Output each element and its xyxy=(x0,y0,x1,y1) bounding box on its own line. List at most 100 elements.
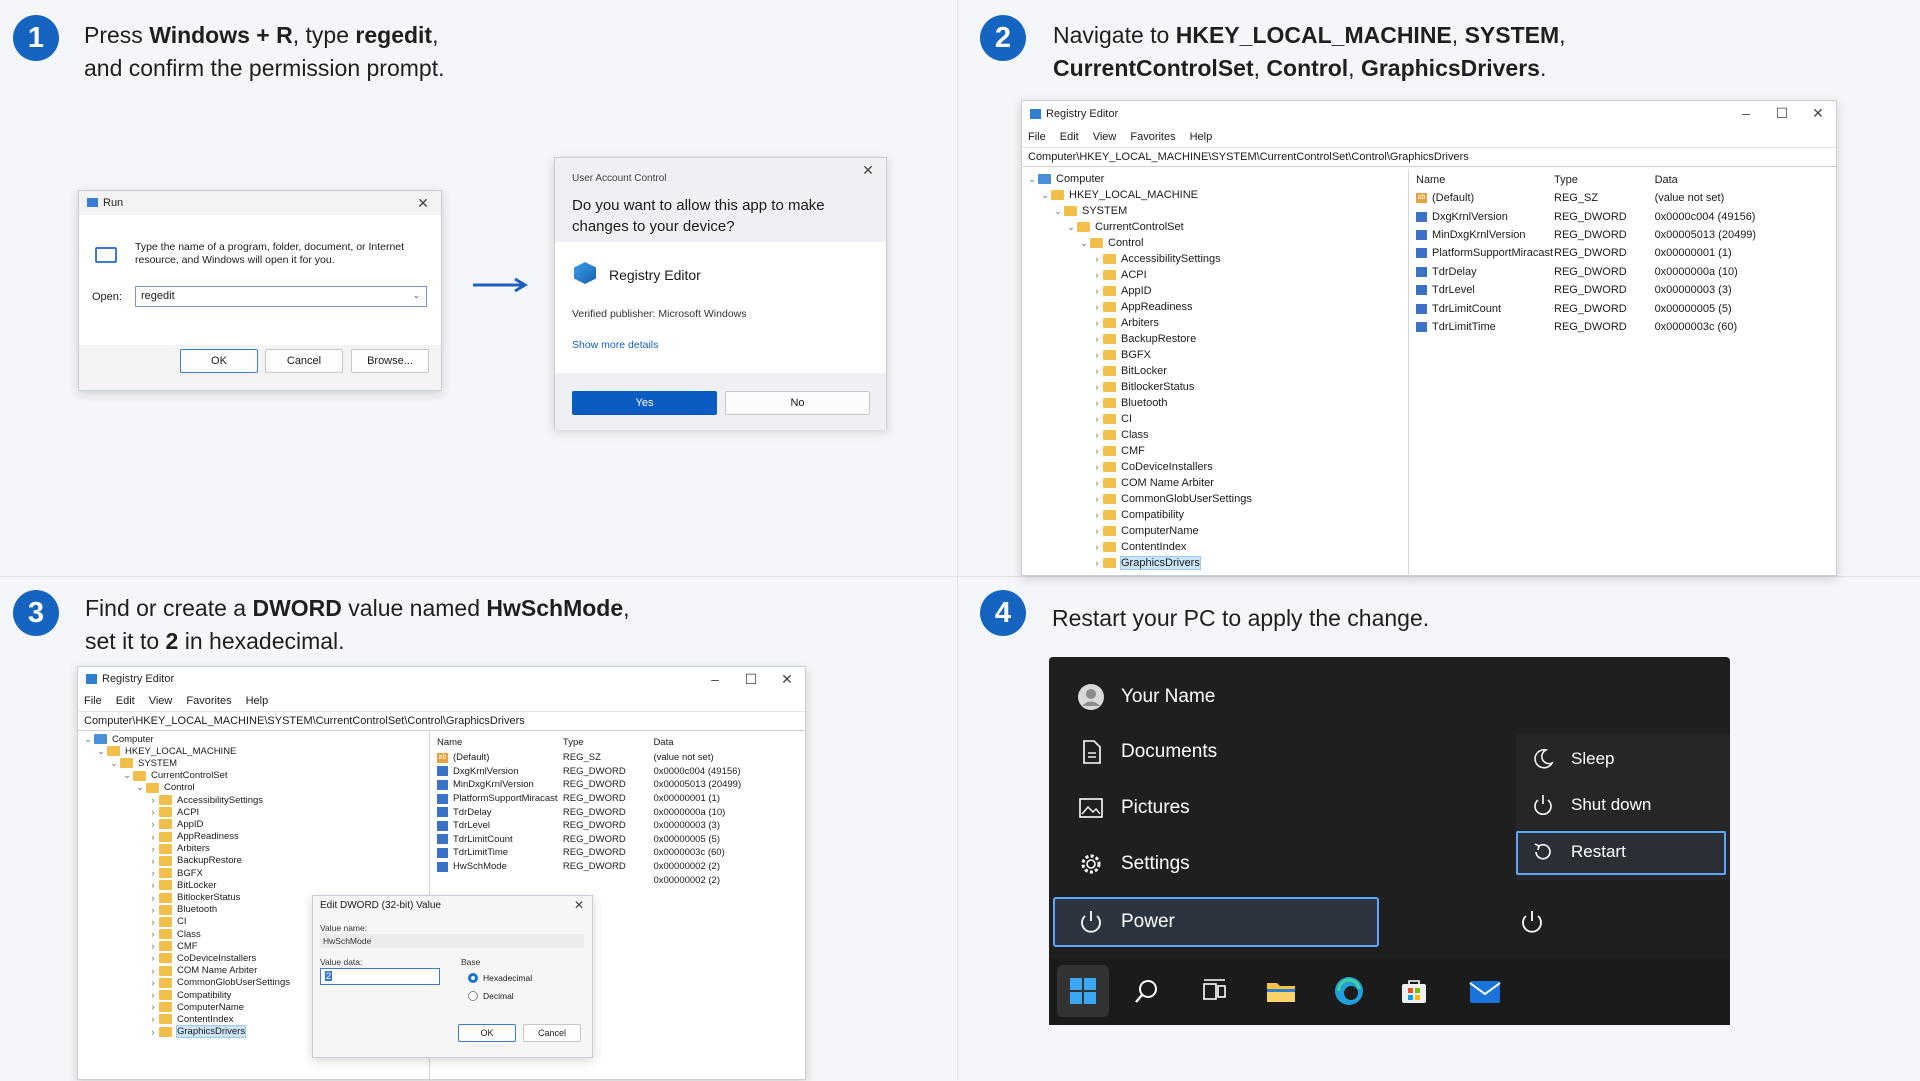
chevron-right-icon[interactable]: › xyxy=(1091,558,1103,568)
value-row[interactable]: MinDxgKrnlVersion REG_DWORD 0x00005013 (20… xyxy=(1416,226,1832,244)
value-row[interactable]: PlatformSupportMiracast REG_DWORD 0x000000… xyxy=(437,792,801,806)
tree-node[interactable]: › GraphicsDrivers xyxy=(1026,555,1404,571)
tree-node[interactable]: ⌄ CurrentControlSet xyxy=(1026,219,1404,235)
tree-node[interactable]: › Arbiters xyxy=(1026,315,1404,331)
tree-node[interactable]: ⌄ CurrentControlSet xyxy=(82,770,425,782)
chevron-right-icon[interactable]: › xyxy=(1091,510,1103,520)
chevron-right-icon[interactable]: › xyxy=(147,844,159,854)
chevron-right-icon[interactable]: › xyxy=(1091,446,1103,456)
value-row[interactable]: MinDxgKrnlVersion REG_DWORD 0x00005013 (20… xyxy=(437,778,801,792)
search-button[interactable] xyxy=(1121,965,1173,1017)
value-row[interactable]: TdrLimitCount REG_DWORD 0x00000005 (5) xyxy=(1416,299,1832,317)
tree-node[interactable]: › BitLocker xyxy=(82,879,425,891)
value-row[interactable]: TdrLimitCount REG_DWORD 0x00000005 (5) xyxy=(437,833,801,847)
chevron-down-icon[interactable]: ⌄ xyxy=(108,758,120,769)
restart-item[interactable]: Restart xyxy=(1531,840,1626,864)
ok-button[interactable]: OK xyxy=(458,1024,516,1042)
tree-node[interactable]: › CI xyxy=(1026,411,1404,427)
pictures-item[interactable]: Pictures xyxy=(1077,795,1190,821)
chevron-right-icon[interactable]: › xyxy=(1091,462,1103,472)
chevron-right-icon[interactable]: › xyxy=(147,807,159,817)
menu-favorites[interactable]: Favorites xyxy=(1130,131,1175,143)
maximize-icon[interactable]: ☐ xyxy=(733,667,769,691)
close-icon[interactable]: ✕ xyxy=(1800,101,1836,125)
menu-view[interactable]: View xyxy=(149,695,173,707)
chevron-right-icon[interactable]: › xyxy=(1091,478,1103,488)
tree-node[interactable]: › CMF xyxy=(1026,443,1404,459)
chevron-right-icon[interactable]: › xyxy=(147,832,159,842)
value-row[interactable]: DxgKrnlVersion REG_DWORD 0x0000c004 (49156… xyxy=(1416,207,1832,225)
decimal-radio[interactable]: Decimal xyxy=(468,991,514,1001)
sleep-item[interactable]: Sleep xyxy=(1531,747,1614,771)
tree-node[interactable]: › ContentIndex xyxy=(1026,539,1404,555)
tree-node[interactable]: ⌄ HKEY_LOCAL_MACHINE xyxy=(1026,187,1404,203)
tree-node[interactable]: › BitlockerStatus xyxy=(1026,379,1404,395)
chevron-right-icon[interactable]: › xyxy=(147,893,159,903)
chevron-right-icon[interactable]: › xyxy=(147,1002,159,1012)
tree-node[interactable]: › COM Name Arbiter xyxy=(1026,475,1404,491)
column-header[interactable]: Data xyxy=(1655,174,1832,186)
menu-view[interactable]: View xyxy=(1093,131,1117,143)
chevron-right-icon[interactable]: › xyxy=(147,990,159,1000)
tree-node[interactable]: › CommonGlobUserSettings xyxy=(1026,491,1404,507)
address-bar[interactable]: Computer\HKEY_LOCAL_MACHINE\SYSTEM\Curre… xyxy=(78,711,805,731)
power-button-icon[interactable] xyxy=(1518,908,1546,936)
column-header[interactable]: Name xyxy=(437,737,563,748)
chevron-right-icon[interactable]: › xyxy=(147,880,159,890)
chevron-down-icon[interactable]: ⌄ xyxy=(1065,222,1077,233)
minimize-icon[interactable]: – xyxy=(1728,101,1764,125)
menu-help[interactable]: Help xyxy=(246,695,269,707)
tree-node[interactable]: ⌄ Computer xyxy=(1026,171,1404,187)
chevron-right-icon[interactable]: › xyxy=(1091,526,1103,536)
chevron-right-icon[interactable]: › xyxy=(147,1014,159,1024)
chevron-right-icon[interactable]: › xyxy=(147,929,159,939)
menu-help[interactable]: Help xyxy=(1190,131,1213,143)
chevron-right-icon[interactable]: › xyxy=(1091,286,1103,296)
column-header[interactable]: Name xyxy=(1416,174,1554,186)
user-account-item[interactable]: Your Name xyxy=(1077,683,1215,711)
mail-button[interactable] xyxy=(1459,965,1511,1017)
tree-node[interactable]: › BGFX xyxy=(82,867,425,879)
tree-node[interactable]: › Compatibility xyxy=(1026,507,1404,523)
store-button[interactable] xyxy=(1388,965,1440,1017)
chevron-right-icon[interactable]: › xyxy=(147,856,159,866)
menu-edit[interactable]: Edit xyxy=(1060,131,1079,143)
chevron-right-icon[interactable]: › xyxy=(1091,414,1103,424)
chevron-right-icon[interactable]: › xyxy=(1091,542,1103,552)
value-row[interactable]: ab (Default) REG_SZ (value not set) xyxy=(437,751,801,765)
tree-node[interactable]: › BitLocker xyxy=(1026,363,1404,379)
yes-button[interactable]: Yes xyxy=(572,391,717,415)
tree-node[interactable]: ⌄ Control xyxy=(82,782,425,794)
value-row[interactable]: TdrLimitTime REG_DWORD 0x0000003c (60) xyxy=(437,846,801,860)
chevron-down-icon[interactable]: ⌄ xyxy=(1026,174,1038,185)
value-data-input[interactable]: 2 xyxy=(320,968,440,985)
column-header[interactable]: Type xyxy=(563,737,654,748)
chevron-right-icon[interactable]: › xyxy=(1091,334,1103,344)
chevron-right-icon[interactable]: › xyxy=(1091,254,1103,264)
cancel-button[interactable]: Cancel xyxy=(523,1024,581,1042)
value-row[interactable]: ab (Default) REG_SZ (value not set) xyxy=(1416,189,1832,207)
chevron-right-icon[interactable]: › xyxy=(147,978,159,988)
chevron-right-icon[interactable]: › xyxy=(147,795,159,805)
chevron-right-icon[interactable]: › xyxy=(147,1027,159,1037)
minimize-icon[interactable]: – xyxy=(697,667,733,691)
close-icon[interactable]: ✕ xyxy=(574,898,584,912)
tree-node[interactable]: › ACPI xyxy=(1026,267,1404,283)
value-row[interactable]: TdrLimitTime REG_DWORD 0x0000003c (60) xyxy=(1416,318,1832,336)
open-input[interactable]: regedit ⌄ xyxy=(135,286,427,307)
chevron-right-icon[interactable]: › xyxy=(147,819,159,829)
show-more-details-link[interactable]: Show more details xyxy=(572,339,658,351)
tree-node[interactable]: › AppID xyxy=(82,818,425,830)
chevron-right-icon[interactable]: › xyxy=(147,966,159,976)
tree-node[interactable]: › ACPI xyxy=(82,806,425,818)
menu-file[interactable]: File xyxy=(84,695,102,707)
edge-button[interactable] xyxy=(1323,965,1375,1017)
close-icon[interactable]: ✕ xyxy=(405,191,441,215)
tree-node[interactable]: ⌄ Control xyxy=(1026,235,1404,251)
chevron-down-icon[interactable]: ⌄ xyxy=(95,746,107,757)
tree-node[interactable]: › Class xyxy=(1026,427,1404,443)
chevron-right-icon[interactable]: › xyxy=(147,953,159,963)
chevron-down-icon[interactable]: ⌄ xyxy=(1052,206,1064,217)
chevron-down-icon[interactable]: ⌄ xyxy=(134,782,146,793)
power-item[interactable]: Power xyxy=(1077,908,1175,936)
